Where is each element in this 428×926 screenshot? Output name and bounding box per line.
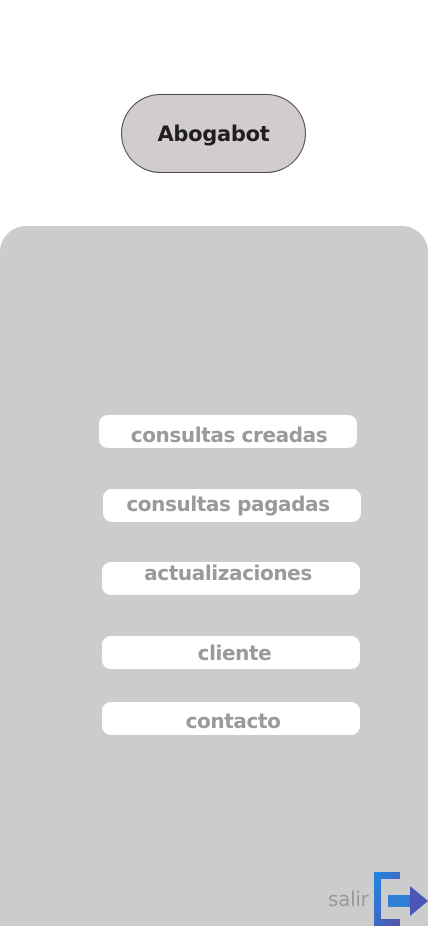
consultas-pagadas-label: consultas pagadas	[126, 492, 330, 516]
actualizaciones-button[interactable]: actualizaciones	[102, 561, 360, 595]
consultas-creadas-button[interactable]: consultas creadas	[99, 415, 357, 448]
logout-icon	[374, 872, 428, 926]
cliente-label: cliente	[197, 641, 272, 665]
brand-pill: Abogabot	[121, 94, 306, 173]
app-title: Abogabot	[157, 121, 270, 146]
consultas-creadas-label: consultas creadas	[130, 423, 328, 447]
logout-label: salir	[328, 887, 369, 911]
actualizaciones-label: actualizaciones	[144, 561, 312, 585]
cliente-button[interactable]: cliente	[102, 636, 360, 669]
contacto-button[interactable]: contacto	[102, 702, 360, 735]
contacto-label: contacto	[185, 709, 281, 733]
consultas-pagadas-button[interactable]: consultas pagadas	[103, 489, 361, 522]
home-screen: Abogabot consultas creadas consultas pag…	[0, 0, 428, 926]
logout-button[interactable]: salir	[328, 870, 428, 926]
